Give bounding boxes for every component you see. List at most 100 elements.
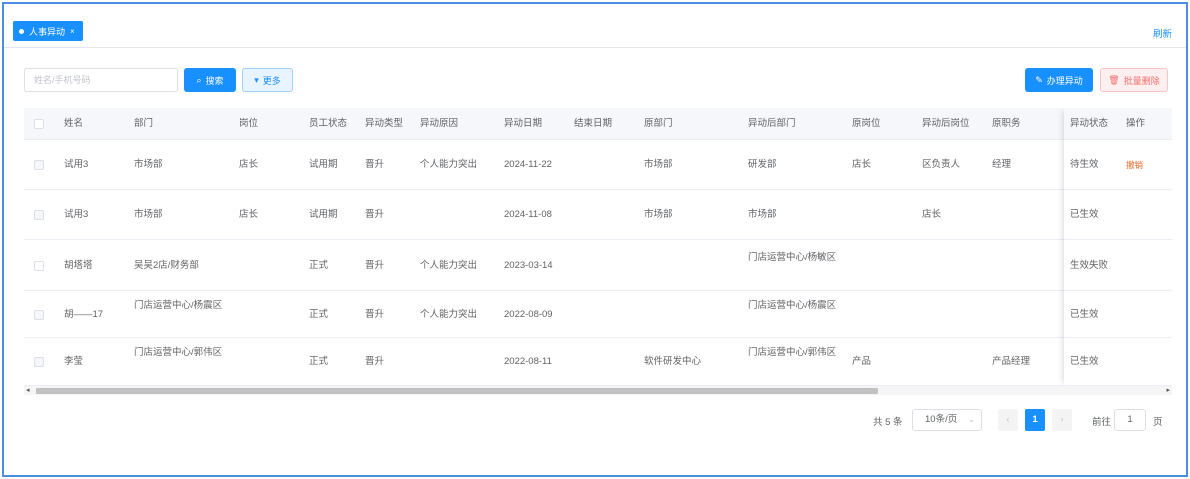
cell-reason: 个人能力突出 — [420, 159, 478, 170]
fixed-column-shadow — [1064, 108, 1172, 386]
tab-personnel-change[interactable]: 人事异动 × — [13, 21, 83, 41]
trash-icon: 🗑 — [1108, 74, 1120, 85]
close-icon[interactable]: × — [70, 27, 75, 36]
refresh-link[interactable]: 刷新 — [1153, 26, 1172, 40]
more-button[interactable]: ▾ 更多 — [242, 68, 293, 92]
table-row: 试用3 市场部 店长 试用期 晋升 2024-11-08 市场部 市场部 店长 … — [24, 190, 1172, 240]
cell-orig-title: 产品经理 — [992, 356, 1031, 367]
cell-new-dept: 研发部 — [748, 159, 777, 170]
cell-dept: 门店运营中心/郭伟区 — [134, 347, 223, 358]
prev-page-button[interactable]: ‹ — [998, 409, 1018, 431]
edit-icon: ✎ — [1035, 74, 1043, 85]
row-checkbox[interactable] — [34, 261, 44, 271]
page-number-current[interactable]: 1 — [1025, 409, 1045, 431]
cell-new-dept: 门店运营中心/杨敏区 — [748, 252, 837, 263]
select-all-checkbox[interactable] — [34, 119, 44, 129]
cell-name: 试用3 — [64, 209, 89, 220]
row-checkbox[interactable] — [34, 310, 44, 320]
cell-orig-post: 店长 — [852, 159, 872, 170]
caret-down-icon: ▾ — [254, 74, 259, 85]
cell-orig-title: 经理 — [992, 159, 1012, 170]
search-input[interactable] — [24, 68, 178, 92]
cell-dept: 市场部 — [134, 209, 163, 220]
col-reason: 异动原因 — [420, 118, 459, 129]
table-row: 胡塔塔 吴吴2店/财务部 正式 晋升 个人能力突出 2023-03-14 门店运… — [24, 240, 1172, 291]
search-icon: ⌕ — [196, 74, 202, 85]
cell-name: 李莹 — [64, 356, 84, 367]
cell-new-post: 区负责人 — [922, 159, 961, 170]
cell-name: 胡塔塔 — [64, 260, 93, 271]
cell-dept: 市场部 — [134, 159, 163, 170]
col-dept: 部门 — [134, 118, 154, 129]
cell-new-dept: 市场部 — [748, 209, 777, 220]
cell-orig-post: 产品 — [852, 356, 872, 367]
row-checkbox[interactable] — [34, 210, 44, 220]
scrollbar-thumb[interactable] — [36, 388, 878, 394]
cell-orig-dept: 市场部 — [644, 209, 673, 220]
scroll-right-icon[interactable]: ▸ — [1166, 386, 1170, 396]
cell-type: 晋升 — [365, 159, 385, 170]
cell-emp-status: 试用期 — [309, 159, 338, 170]
cell-dept: 门店运营中心/杨震区 — [134, 300, 223, 311]
cell-type: 晋升 — [365, 209, 385, 220]
col-name: 姓名 — [64, 118, 84, 129]
col-orig-post: 原岗位 — [852, 118, 881, 129]
batch-delete-label: 批量删除 — [1123, 75, 1160, 86]
col-post: 岗位 — [239, 118, 259, 129]
search-button[interactable]: ⌕ 搜索 — [184, 68, 236, 92]
handle-change-label: 办理异动 — [1046, 75, 1083, 86]
cell-reason: 个人能力突出 — [420, 260, 478, 271]
cell-dept: 吴吴2店/财务部 — [134, 260, 199, 271]
table-row: 胡——17 门店运营中心/杨震区 正式 晋升 个人能力突出 2022-08-09… — [24, 291, 1172, 338]
cell-date: 2023-03-14 — [504, 260, 553, 271]
table-row: 李莹 门店运营中心/郭伟区 正式 晋升 2022-08-11 软件研发中心 门店… — [24, 338, 1172, 385]
cell-emp-status: 正式 — [309, 309, 329, 320]
page-size-select[interactable]: 10条/页 ⌄ — [912, 409, 982, 431]
batch-delete-button[interactable]: 🗑 批量删除 — [1100, 68, 1168, 92]
row-checkbox[interactable] — [34, 357, 44, 367]
col-new-post: 异动后岗位 — [922, 118, 970, 129]
col-orig-title: 原职务 — [992, 118, 1021, 129]
table-row: 试用3 市场部 店长 试用期 晋升 个人能力突出 2024-11-22 市场部 … — [24, 140, 1172, 190]
goto-label: 前往 — [1092, 417, 1112, 428]
cell-date: 2024-11-22 — [504, 159, 552, 170]
pagination-total: 共 5 条 — [873, 417, 903, 428]
chevron-right-icon: › — [1060, 414, 1064, 425]
cell-orig-dept: 市场部 — [644, 159, 673, 170]
row-checkbox[interactable] — [34, 160, 44, 170]
col-new-dept: 异动后部门 — [748, 118, 796, 129]
page-suffix: 页 — [1153, 417, 1163, 428]
table-header: 姓名 部门 岗位 员工状态 异动类型 异动原因 异动日期 结束日期 原部门 异动… — [24, 108, 1172, 140]
goto-page-input[interactable]: 1 — [1114, 409, 1146, 431]
app-frame: 人事异动 × 刷新 ⌕ 搜索 ▾ 更多 ✎ 办理异动 🗑 批量删除 姓名 部门 … — [2, 2, 1188, 477]
cell-orig-dept: 软件研发中心 — [644, 356, 702, 367]
cell-emp-status: 正式 — [309, 260, 329, 271]
cell-name: 试用3 — [64, 159, 89, 170]
scroll-left-icon[interactable]: ◂ — [26, 386, 30, 396]
cell-post: 店长 — [239, 159, 259, 170]
col-emp-status: 员工状态 — [309, 118, 348, 129]
chevron-down-icon: ⌄ — [968, 415, 975, 424]
cell-date: 2022-08-11 — [504, 356, 552, 367]
handle-change-button[interactable]: ✎ 办理异动 — [1025, 68, 1093, 92]
change-table: 姓名 部门 岗位 员工状态 异动类型 异动原因 异动日期 结束日期 原部门 异动… — [24, 108, 1172, 398]
tab-label: 人事异动 — [29, 26, 66, 37]
search-button-label: 搜索 — [205, 75, 224, 86]
more-button-label: 更多 — [262, 75, 281, 86]
chevron-left-icon: ‹ — [1006, 414, 1010, 425]
cell-new-dept: 门店运营中心/杨震区 — [748, 300, 837, 311]
cell-date: 2022-08-09 — [504, 309, 553, 320]
cell-name: 胡——17 — [64, 309, 104, 320]
col-end-date: 结束日期 — [574, 118, 613, 129]
cell-date: 2024-11-08 — [504, 209, 552, 220]
next-page-button[interactable]: › — [1052, 409, 1072, 431]
col-type: 异动类型 — [365, 118, 404, 129]
cell-emp-status: 试用期 — [309, 209, 338, 220]
cell-type: 晋升 — [365, 260, 385, 271]
active-dot-icon — [19, 28, 24, 34]
cell-reason: 个人能力突出 — [420, 309, 478, 320]
col-date: 异动日期 — [504, 118, 543, 129]
cell-post: 店长 — [239, 209, 259, 220]
cell-type: 晋升 — [365, 356, 385, 367]
horizontal-scrollbar[interactable]: ◂ ▸ — [24, 385, 1172, 395]
